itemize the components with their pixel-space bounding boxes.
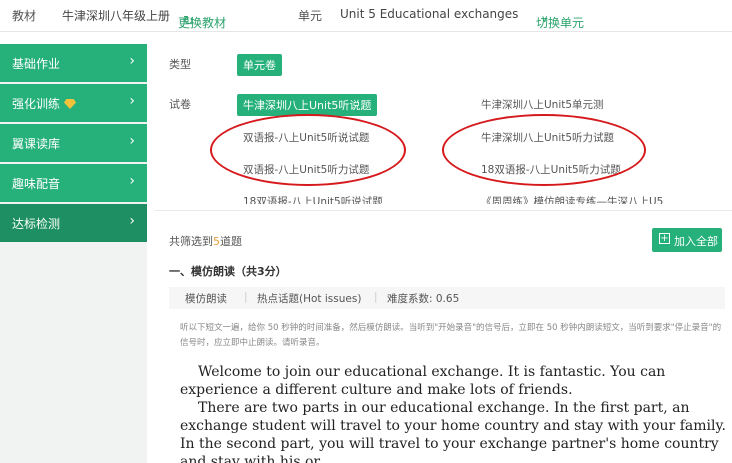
diamond-icon xyxy=(64,99,77,109)
chevron-right-icon: › xyxy=(129,213,135,229)
count-prefix: 共筛选到 xyxy=(169,235,213,248)
plus-icon: + xyxy=(659,233,670,244)
question-meta-bar: 模仿朗读 | 热点话题(Hot issues) | 难度系数: 0.65 xyxy=(169,287,725,309)
chevron-down-icon: ∨ xyxy=(541,14,549,25)
paper-option-selected[interactable]: 牛津深圳八上Unit5听说题 xyxy=(237,94,378,116)
section-title: 一、模仿朗读（共3分） xyxy=(169,265,287,278)
count-suffix: 道题 xyxy=(220,235,242,248)
filter-count: 共筛选到5道题 xyxy=(169,233,242,249)
sidebar-item-basic-homework[interactable]: 基础作业 › xyxy=(0,44,147,82)
question-topic: 热点话题(Hot issues) xyxy=(257,293,362,305)
unit-name: Unit 5 Educational exchanges xyxy=(340,7,519,21)
annotation-circle xyxy=(442,114,646,186)
passage-paragraph: There are two parts in our educational e… xyxy=(180,400,726,463)
filter-panel: 类型 单元卷 试卷 牛津深圳八上Unit5听说题 双语报-八上Unit5听说试题… xyxy=(155,44,732,204)
type-label: 类型 xyxy=(169,58,191,71)
sidebar-item-label: 达标检测 xyxy=(12,217,61,231)
paper-option[interactable]: 《周周练》模仿朗读专练—牛深八上U5 xyxy=(481,194,663,204)
sidebar-item-label: 翼课读库 xyxy=(12,137,61,151)
add-all-button[interactable]: + 加入全部 xyxy=(652,228,722,252)
question-list: 共筛选到5道题 + 加入全部 一、模仿朗读（共3分） 模仿朗读 | 热点话题(H… xyxy=(155,210,732,463)
question-type: 模仿朗读 xyxy=(185,293,227,305)
sidebar-item-label: 基础作业 xyxy=(12,57,61,71)
paper-label: 试卷 xyxy=(169,98,191,111)
chevron-right-icon: › xyxy=(129,93,135,109)
chevron-right-icon: › xyxy=(129,53,135,69)
type-tag-unit-test[interactable]: 单元卷 xyxy=(237,54,282,76)
paper-option[interactable]: 牛津深圳八上Unit5单元测 xyxy=(481,97,604,112)
chevron-right-icon: › xyxy=(129,173,135,189)
textbook-name: 牛津深圳八年级上册 xyxy=(62,9,171,23)
paper-option[interactable]: 18双语报-八上Unit5听说试题 xyxy=(243,194,383,204)
unit-label: 单元 xyxy=(298,9,323,23)
divider: | xyxy=(244,291,248,303)
sidebar-item-label: 趣味配音 xyxy=(12,177,61,191)
sidebar-item-label: 强化训练 xyxy=(12,97,61,111)
add-all-label: 加入全部 xyxy=(674,235,718,248)
question-difficulty: 难度系数: 0.65 xyxy=(387,293,460,305)
annotation-circle xyxy=(210,114,406,186)
count-number: 5 xyxy=(213,235,220,248)
chevron-right-icon: › xyxy=(129,133,135,149)
sidebar-item-intensive-training[interactable]: 强化训练 › xyxy=(0,84,147,122)
refresh-icon: ↻ xyxy=(183,14,194,29)
passage-paragraph: Welcome to join our educational exchange… xyxy=(180,364,666,398)
sidebar: 基础作业 › 强化训练 › 翼课读库 › 趣味配音 › 达标检测 › xyxy=(0,44,147,463)
textbook-label: 教材 xyxy=(12,9,37,23)
divider: | xyxy=(374,291,378,303)
sidebar-item-assessment[interactable]: 达标检测 › xyxy=(0,204,147,242)
top-bar: 教材 牛津深圳八年级上册 更换教材 ↻ 单元 Unit 5 Educational… xyxy=(0,0,732,32)
question-instruction: 听以下短文一遍，给你 50 秒钟的时间准备，然后模仿朗读。当听到"开始录音"的信… xyxy=(180,323,722,348)
sidebar-item-reading-library[interactable]: 翼课读库 › xyxy=(0,124,147,162)
sidebar-item-fun-dubbing[interactable]: 趣味配音 › xyxy=(0,164,147,202)
reading-passage: Welcome to join our educational exchange… xyxy=(180,363,728,463)
